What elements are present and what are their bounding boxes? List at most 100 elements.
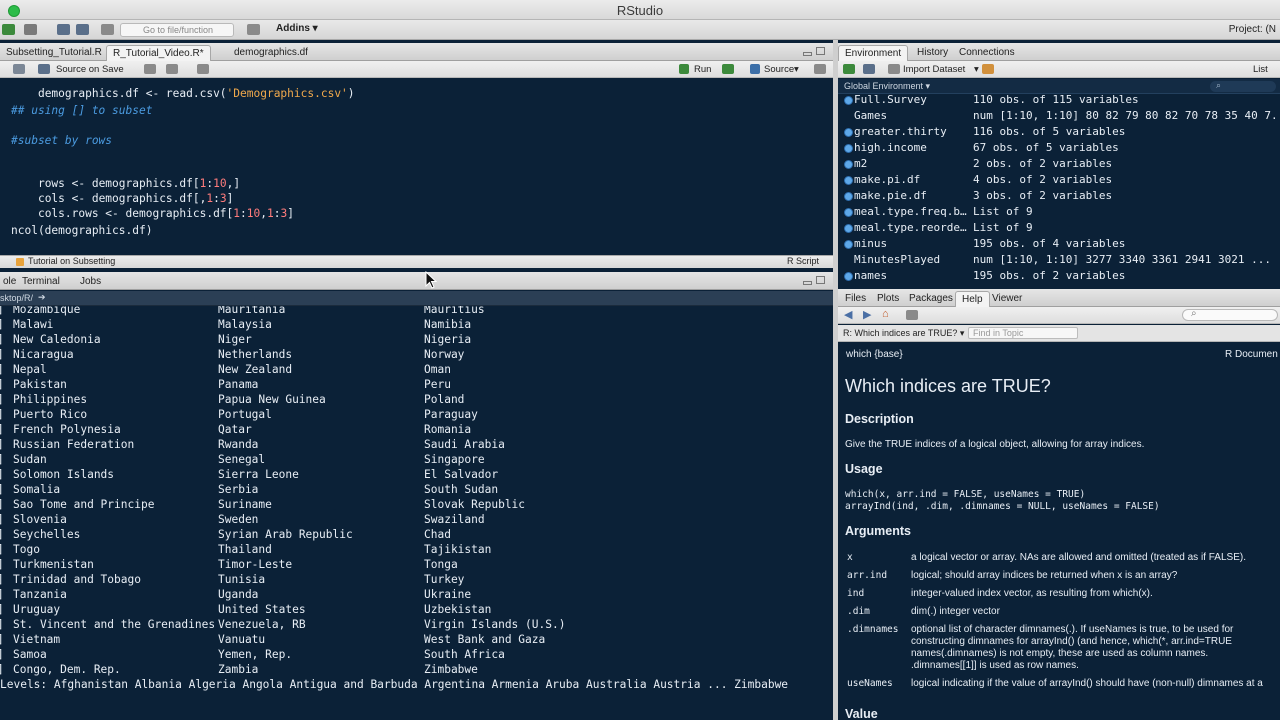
tab-files[interactable]: Files (839, 291, 872, 307)
project-menu[interactable]: Project: (N (1229, 24, 1276, 35)
back-arrow-icon[interactable]: ◀ (844, 308, 852, 321)
import-dropdown-icon[interactable]: ▾ (974, 64, 979, 75)
dataframe-expand-icon[interactable] (844, 208, 853, 217)
tab-connections[interactable]: Connections (953, 45, 1021, 61)
file-type-menu[interactable]: R Script (787, 256, 819, 266)
go-to-file-input[interactable]: Go to file/function (120, 23, 234, 37)
tab-subsetting-tutorial[interactable]: Subsetting_Tutorial.R (0, 45, 108, 61)
tab-r-tutorial-video[interactable]: R_Tutorial_Video.R* (106, 45, 211, 61)
dataframe-expand-icon[interactable] (844, 176, 853, 185)
back-icon[interactable] (13, 64, 25, 74)
source-dropdown-icon[interactable]: ▾ (794, 64, 799, 75)
source-icon[interactable] (750, 64, 760, 74)
row-index-bracket: ] (0, 618, 4, 631)
search-icon[interactable] (144, 64, 156, 74)
variable-name: make.pie.df (854, 189, 927, 202)
print-icon[interactable] (101, 24, 114, 35)
import-dataset-button[interactable]: Import Dataset (903, 64, 965, 75)
addins-menu[interactable]: Addins ▾ (276, 23, 318, 34)
save-all-icon[interactable] (76, 24, 89, 35)
tab-viewer[interactable]: Viewer (986, 291, 1028, 307)
tab-environment[interactable]: Environment (838, 45, 909, 61)
find-in-topic-input[interactable]: Find in Topic (968, 327, 1078, 339)
tab-packages[interactable]: Packages (903, 291, 959, 307)
tab-demographics-df[interactable]: demographics.df (228, 45, 314, 61)
dataframe-expand-icon[interactable] (844, 144, 853, 153)
tab-terminal[interactable]: Terminal (16, 274, 66, 290)
save-icon[interactable] (57, 24, 70, 35)
dataframe-expand-icon[interactable] (844, 272, 853, 281)
environment-row[interactable]: make.pie.df 3 obs. of 2 variables (838, 189, 1280, 205)
dataframe-expand-icon[interactable] (844, 128, 853, 137)
usage-line-1: which(x, arr.ind = FALSE, useNames = TRU… (845, 489, 1086, 500)
open-in-window-icon[interactable] (906, 310, 918, 320)
code-editor[interactable]: demographics.df <- read.csv('Demographic… (0, 78, 833, 255)
console-output[interactable]: ] Mozambique Mauritania Mauritius] Malawi Mal… (0, 306, 833, 720)
environment-row[interactable]: minus 195 obs. of 4 variables (838, 237, 1280, 253)
environment-row[interactable]: meal.type.reorde… List of 9 (838, 221, 1280, 237)
console-cell: Romania (424, 423, 472, 436)
help-search-input[interactable]: ⌕ (1182, 308, 1278, 321)
environment-scope-select[interactable]: Global Environment ▾ (844, 81, 930, 92)
dataframe-expand-icon[interactable] (844, 224, 853, 233)
mouse-cursor-icon (425, 271, 437, 289)
dataframe-expand-icon[interactable] (844, 240, 853, 249)
console-cell: Trinidad and Tobago (13, 573, 141, 586)
new-project-icon[interactable] (24, 24, 37, 35)
grid-layout-icon[interactable] (247, 24, 260, 35)
rerun-icon[interactable] (722, 64, 734, 74)
minimize-icon[interactable] (803, 52, 812, 56)
section-navigator[interactable]: Tutorial on Subsetting (28, 256, 115, 266)
environment-row[interactable]: Games num [1:10, 1:10] 80 82 79 80 82 70 … (838, 109, 1280, 125)
environment-row[interactable]: make.pi.df 4 obs. of 2 variables (838, 173, 1280, 189)
minimize-icon[interactable] (803, 281, 812, 285)
dataframe-expand-icon[interactable] (844, 160, 853, 169)
variable-value: 195 obs. of 4 variables (973, 237, 1126, 250)
console-cell: Seychelles (13, 528, 81, 541)
save-icon[interactable] (38, 64, 50, 74)
environment-search-input[interactable]: ⌕ (1210, 80, 1276, 92)
maximize-icon[interactable] (816, 276, 825, 284)
maximize-icon[interactable] (816, 47, 825, 55)
new-file-icon[interactable] (2, 24, 15, 35)
dataframe-expand-icon[interactable] (844, 192, 853, 201)
environment-row[interactable]: m2 2 obs. of 2 variables (838, 157, 1280, 173)
import-dataset-icon[interactable] (888, 64, 900, 74)
console-cell: United States (218, 603, 306, 616)
forward-arrow-icon[interactable]: ▶ (863, 308, 871, 321)
editor-toolbar: Source on Save Run Source ▾ (0, 61, 833, 78)
console-cell: Tunisia (218, 573, 266, 586)
console-cell: West Bank and Gaza (424, 633, 546, 646)
tab-help[interactable]: Help (955, 291, 990, 307)
compile-report-icon[interactable] (197, 64, 209, 74)
arguments-heading: Arguments (845, 524, 911, 538)
list-view-menu[interactable]: List (1253, 64, 1268, 75)
environment-row[interactable]: high.income 67 obs. of 5 variables (838, 141, 1280, 157)
home-icon[interactable]: ⌂ (882, 308, 889, 320)
clear-workspace-icon[interactable] (982, 64, 994, 74)
environment-row[interactable]: Full.Survey 110 obs. of 115 variables (838, 94, 1280, 109)
environment-row[interactable]: MinutesPlayed num [1:10, 1:10] 3277 3340 … (838, 253, 1280, 269)
load-workspace-icon[interactable] (843, 64, 855, 74)
tab-jobs[interactable]: Jobs (74, 274, 107, 290)
wand-icon[interactable] (166, 64, 178, 74)
help-topic-select[interactable]: R: Which indices are TRUE? ▾ (843, 328, 964, 339)
source-on-save-checkbox[interactable]: Source on Save (56, 64, 124, 75)
environment-toolbar: Import Dataset ▾ List (838, 61, 1280, 78)
go-to-dir-icon[interactable]: ➔ (38, 292, 46, 303)
console-working-dir[interactable]: sktop/R/ (0, 293, 33, 303)
environment-row[interactable]: names 195 obs. of 2 variables (838, 269, 1280, 284)
tab-history[interactable]: History (911, 45, 954, 61)
source-button[interactable]: Source (764, 64, 794, 75)
run-button[interactable]: Run (694, 64, 711, 75)
dataframe-expand-icon[interactable] (844, 96, 853, 105)
run-icon[interactable] (679, 64, 689, 74)
variable-name: meal.type.reorde… (854, 221, 967, 234)
help-content: which {base} R Documen Which indices are… (838, 342, 1280, 720)
environment-row[interactable]: meal.type.freq.b… List of 9 (838, 205, 1280, 221)
tab-plots[interactable]: Plots (871, 291, 905, 307)
help-toolbar: ◀ ▶ ⌂ ⌕ (838, 307, 1280, 324)
outline-icon[interactable] (814, 64, 826, 74)
save-workspace-icon[interactable] (863, 64, 875, 74)
environment-row[interactable]: greater.thirty 116 obs. of 5 variables (838, 125, 1280, 141)
